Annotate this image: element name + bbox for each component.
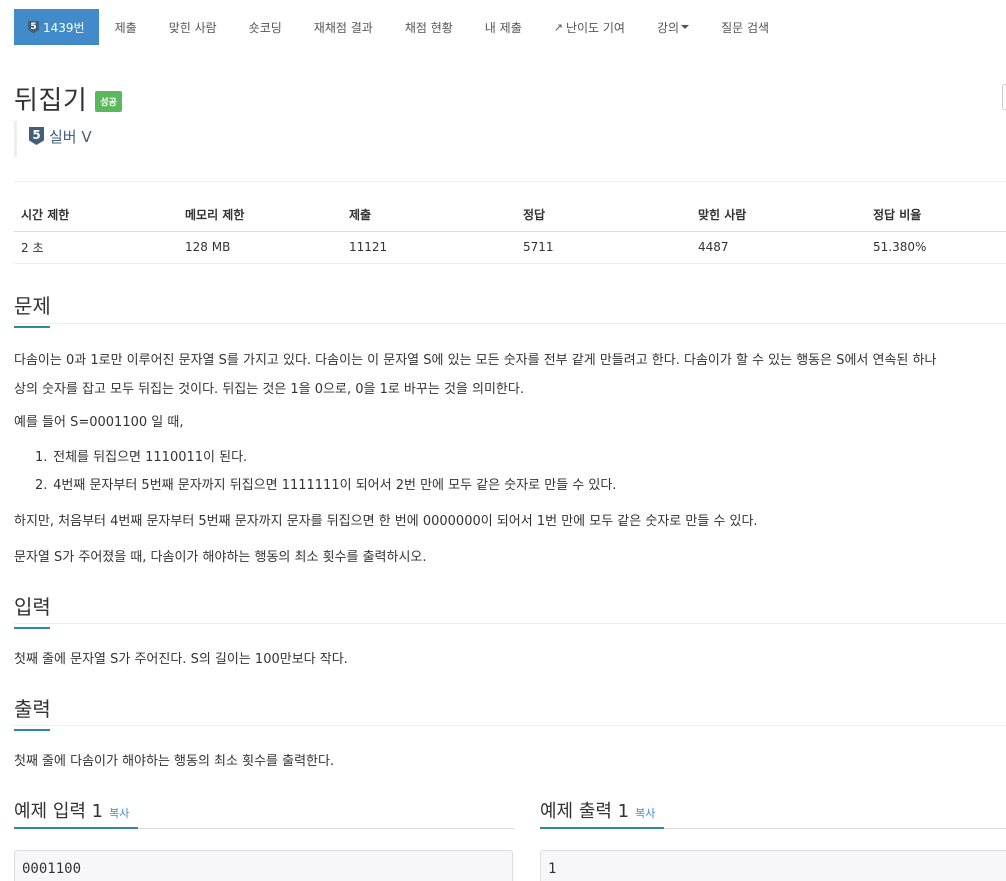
divider xyxy=(14,181,1006,182)
description-line-1: 다솜이는 0과 1로만 이루어진 문자열 S를 가지고 있다. 다솜이는 이 문… xyxy=(14,353,937,368)
tab-difficulty-label: 난이도 기여 xyxy=(565,20,625,35)
tab-submit[interactable]: 제출 xyxy=(99,9,153,45)
tab-judge-status[interactable]: 채점 현황 xyxy=(389,9,469,45)
caret-down-icon xyxy=(681,25,690,29)
section-underline xyxy=(14,827,138,829)
tier-label: 실버 V xyxy=(49,127,92,146)
header-memory-limit: 메모리 제한 xyxy=(178,199,342,232)
table-row: 2 초 128 MB 11121 5711 4487 51.380% xyxy=(14,231,1006,264)
silver-tier-icon: 5 xyxy=(28,20,39,34)
submissions-value: 11121 xyxy=(342,231,516,264)
section-title-description-text: 문제 xyxy=(14,294,51,318)
status-badge: 성공 xyxy=(95,91,122,112)
tier-row: 5 실버 V xyxy=(14,121,92,157)
example-input-box[interactable]: 0001100 xyxy=(14,850,513,881)
tab-short-coding[interactable]: 숏코딩 xyxy=(233,9,298,45)
example-output-title: 예제 출력 1 복사 xyxy=(540,797,655,823)
list-item: 1. 전체를 뒤집으면 1110011이 된다. xyxy=(35,444,616,472)
memory-limit-value: 128 MB xyxy=(178,231,342,264)
list-item: 2. 4번째 문자부터 5번째 문자까지 뒤집으면 1111111이 되어서 2… xyxy=(35,472,616,500)
problem-nav: 5 1439번 제출 맞힌 사람 숏코딩 재채점 결과 채점 현황 내 제출 ↗… xyxy=(14,9,785,45)
header-solved-users: 맞힌 사람 xyxy=(691,199,866,232)
example-input-value: 0001100 xyxy=(22,861,82,877)
tab-difficulty-contribution[interactable]: ↗ 난이도 기여 xyxy=(538,9,641,45)
section-underline xyxy=(14,729,50,731)
tab-lectures-label: 강의 xyxy=(656,20,680,35)
description-paragraph-3: 하지만, 처음부터 4번째 문자부터 5번째 문자까지 문자를 뒤집으면 한 번… xyxy=(14,514,758,529)
header-accept-rate: 정답 비율 xyxy=(866,199,1006,232)
example-input-title: 예제 입력 1 복사 xyxy=(14,797,129,823)
accept-rate-value: 51.380% xyxy=(866,231,1006,264)
side-button-edge[interactable] xyxy=(1002,84,1006,110)
tab-lectures[interactable]: 강의 xyxy=(641,9,705,45)
header-accepted: 정답 xyxy=(516,199,691,232)
header-submissions: 제출 xyxy=(342,199,516,232)
section-divider xyxy=(138,828,514,829)
section-divider xyxy=(14,725,1006,726)
section-title-input: 입력 xyxy=(14,591,51,629)
tab-rejudge-results[interactable]: 재채점 결과 xyxy=(298,9,389,45)
section-title-output: 출력 xyxy=(14,693,51,731)
copy-output-button[interactable]: 복사 xyxy=(635,807,655,820)
external-link-icon: ↗ xyxy=(553,20,563,34)
example-output-box[interactable]: 1 xyxy=(540,850,1006,881)
output-description: 첫째 줄에 다솜이가 해야하는 행동의 최소 횟수를 출력한다. xyxy=(14,754,335,769)
copy-input-button[interactable]: 복사 xyxy=(109,807,129,820)
example-output-value: 1 xyxy=(548,861,557,877)
header-time-limit: 시간 제한 xyxy=(14,199,178,232)
section-divider xyxy=(664,828,1006,829)
time-limit-value: 2 초 xyxy=(14,231,178,264)
example-output-title-text: 예제 출력 1 xyxy=(540,801,630,822)
tab-my-submissions[interactable]: 내 제출 xyxy=(469,9,538,45)
list-item-text: 4번째 문자부터 5번째 문자까지 뒤집으면 1111111이 되어서 2번 만… xyxy=(53,478,617,493)
description-paragraph-1: 다솜이는 0과 1로만 이루어진 문자열 S를 가지고 있다. 다솜이는 이 문… xyxy=(14,346,1006,404)
title-row: 뒤집기 성공 xyxy=(14,80,122,117)
section-underline xyxy=(14,627,50,629)
description-list: 1. 전체를 뒤집으면 1110011이 된다. 2. 4번째 문자부터 5번째… xyxy=(35,444,616,500)
tab-problem[interactable]: 5 1439번 xyxy=(14,9,99,45)
tab-question-search[interactable]: 질문 검색 xyxy=(705,9,785,45)
section-title-description: 문제 xyxy=(14,290,51,328)
tab-solved-users[interactable]: 맞힌 사람 xyxy=(153,9,233,45)
input-description: 첫째 줄에 문자열 S가 주어진다. S의 길이는 100만보다 작다. xyxy=(14,652,348,667)
section-underline xyxy=(14,326,50,328)
accepted-value: 5711 xyxy=(516,231,691,264)
description-line-2: 상의 숫자를 잡고 모두 뒤집는 것이다. 뒤집는 것은 1을 0으로, 0을 … xyxy=(14,382,524,397)
section-title-output-text: 출력 xyxy=(14,697,51,721)
list-item-text: 전체를 뒤집으면 1110011이 된다. xyxy=(53,450,248,465)
solved-users-value: 4487 xyxy=(691,231,866,264)
problem-title: 뒤집기 xyxy=(14,86,88,116)
problem-stats-table: 시간 제한 메모리 제한 제출 정답 맞힌 사람 정답 비율 2 초 128 M… xyxy=(14,199,1006,264)
list-item-number: 1. xyxy=(35,450,48,465)
example-input-title-text: 예제 입력 1 xyxy=(14,801,104,822)
table-header-row: 시간 제한 메모리 제한 제출 정답 맞힌 사람 정답 비율 xyxy=(14,199,1006,232)
silver-tier-icon: 5 xyxy=(29,127,44,145)
section-underline xyxy=(540,827,664,829)
section-title-input-text: 입력 xyxy=(14,595,51,619)
list-item-number: 2. xyxy=(35,478,48,493)
description-paragraph-2: 예를 들어 S=0001100 일 때, xyxy=(14,415,184,430)
tab-problem-label: 1439번 xyxy=(43,20,85,35)
section-divider xyxy=(14,623,1006,624)
section-divider xyxy=(14,323,1006,324)
description-paragraph-4: 문자열 S가 주어졌을 때, 다솜이가 해야하는 행동의 최소 횟수를 출력하시… xyxy=(14,550,427,565)
